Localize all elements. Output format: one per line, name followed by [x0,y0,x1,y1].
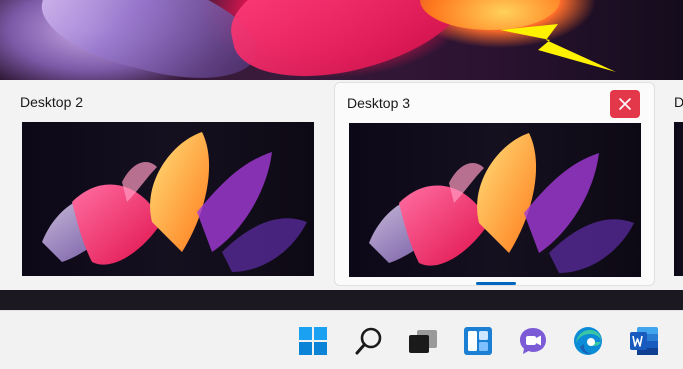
desktop-tile-3[interactable]: Desktop 3 [334,82,655,286]
desktop-tile-2[interactable]: Desktop 2 [0,80,330,286]
desktop-thumbnail[interactable] [674,122,683,276]
active-desktop-indicator [476,282,516,285]
close-desktop-button[interactable] [610,90,640,118]
widgets-icon[interactable] [462,325,494,357]
edge-browser-icon[interactable] [572,325,604,357]
wallpaper-thumbnail-art [42,132,307,272]
taskbar [0,310,683,369]
desktop-label: D [674,94,683,110]
desktop-thumbnail[interactable] [22,122,314,276]
task-view-icon[interactable] [407,325,439,357]
desktop-label: Desktop 2 [20,94,84,110]
desktop-thumbnail[interactable] [349,123,641,277]
wallpaper-bolt-shape [500,24,616,72]
desktop-wallpaper [0,0,683,80]
teams-chat-icon[interactable] [517,325,549,357]
task-view-panel: Desktop 2 Desktop 3 D [0,80,683,290]
desktop-wallpaper-strip [0,290,683,310]
windows-logo-icon[interactable] [297,325,329,357]
close-icon [619,98,631,110]
desktop-label: Desktop 3 [347,95,411,111]
word-icon[interactable] [628,325,660,357]
search-icon[interactable] [353,325,385,357]
wallpaper-thumbnail-art [369,133,634,273]
desktop-tile-4[interactable]: D [660,80,683,286]
